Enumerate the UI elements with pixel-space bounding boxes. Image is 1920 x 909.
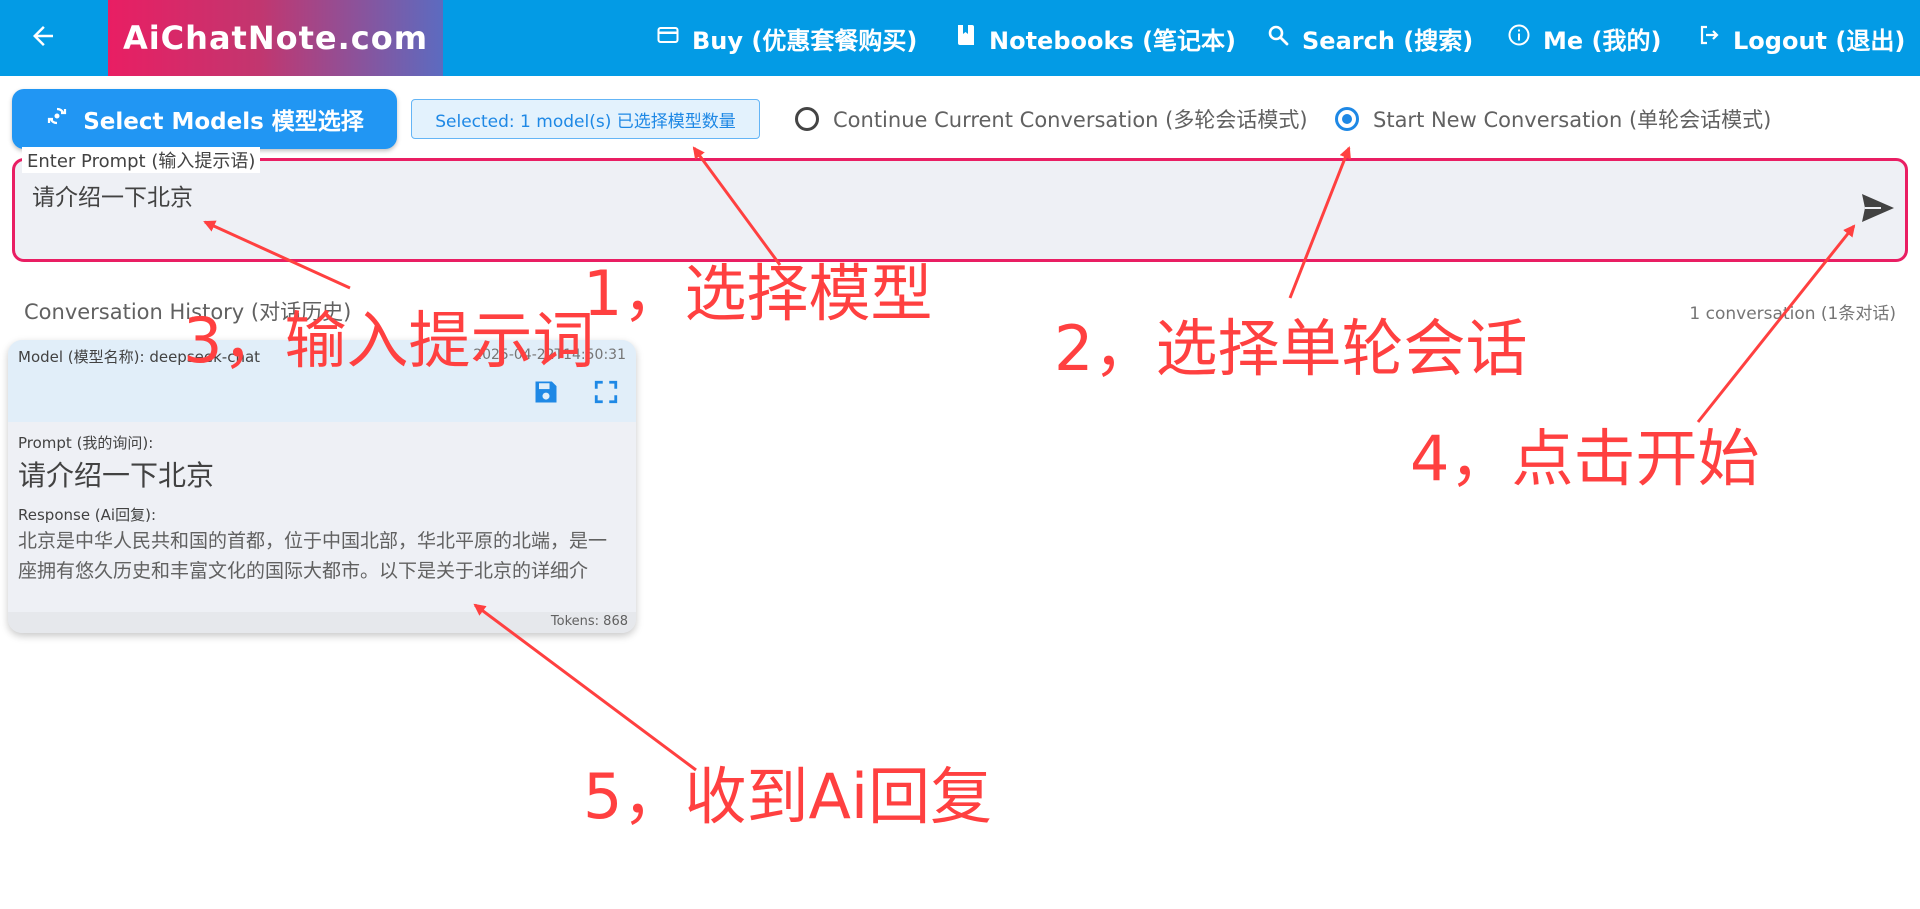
nav-me-label: Me (我的) bbox=[1543, 26, 1662, 55]
nav-search[interactable]: Search (搜索) bbox=[1266, 0, 1473, 76]
radio-unchecked-icon[interactable] bbox=[795, 107, 819, 131]
brand-logo[interactable]: AiChatNote.com bbox=[108, 0, 443, 76]
conversation-card[interactable]: Model (模型名称): deepseek-chat 2025-04-22T1… bbox=[8, 340, 636, 633]
book-icon bbox=[955, 23, 989, 53]
nav-logout[interactable]: Logout (退出) bbox=[1697, 0, 1905, 76]
search-icon bbox=[1266, 23, 1302, 53]
annotation-step-2: 2，选择单轮会话 bbox=[1054, 312, 1528, 385]
send-icon bbox=[1861, 193, 1895, 227]
model-swap-icon bbox=[45, 104, 83, 134]
nav-me[interactable]: Me (我的) bbox=[1507, 0, 1661, 76]
prompt-input[interactable] bbox=[12, 158, 1908, 262]
annotation-step-3: 3，输入提示词 bbox=[183, 304, 595, 377]
floppy-disk-icon[interactable] bbox=[530, 376, 562, 408]
radio-continue-label: Continue Current Conversation (多轮会话模式) bbox=[833, 108, 1308, 132]
radio-checked-icon[interactable] bbox=[1335, 107, 1359, 131]
back-button[interactable] bbox=[18, 14, 68, 62]
logout-icon bbox=[1697, 23, 1733, 53]
select-models-label: Select Models 模型选择 bbox=[83, 109, 364, 135]
annotation-step-1: 1，选择模型 bbox=[583, 257, 933, 330]
annotation-step-5: 5，收到Ai回复 bbox=[583, 760, 993, 833]
radio-new-conversation[interactable]: Start New Conversation (单轮会话模式) bbox=[1335, 104, 1771, 134]
card-prompt: 请介绍一下北京 bbox=[18, 459, 215, 492]
nav-notebooks-label: Notebooks (笔记本) bbox=[989, 26, 1237, 55]
fullscreen-icon[interactable] bbox=[590, 376, 622, 408]
info-icon bbox=[1507, 23, 1543, 53]
prompt-label: Enter Prompt (输入提示语) bbox=[22, 147, 261, 173]
nav-search-label: Search (搜索) bbox=[1302, 26, 1474, 55]
card-prompt-label: Prompt (我的询问): bbox=[18, 434, 154, 452]
radio-new-label: Start New Conversation (单轮会话模式) bbox=[1373, 108, 1772, 132]
history-count: 1 conversation (1条对话) bbox=[1689, 304, 1896, 324]
credit-card-icon bbox=[656, 23, 692, 53]
annotation-step-4: 4，点击开始 bbox=[1410, 422, 1760, 495]
card-response-label: Response (Ai回复): bbox=[18, 506, 156, 524]
nav-logout-label: Logout (退出) bbox=[1733, 26, 1906, 55]
prompt-value[interactable]: 请介绍一下北京 bbox=[32, 178, 193, 212]
arrow-left-icon bbox=[28, 21, 58, 55]
card-footer: Tokens: 868 bbox=[8, 612, 636, 633]
selected-models-chip: Selected: 1 model(s) 已选择模型数量 bbox=[411, 99, 760, 139]
card-response: 北京是中华人民共和国的首都，位于中国北部，华北平原的北端，是一座拥有悠久历史和丰… bbox=[18, 530, 608, 582]
app-bar: AiChatNote.com Buy (优惠套餐购买) Notebooks (笔… bbox=[0, 0, 1920, 76]
send-button[interactable] bbox=[1858, 190, 1898, 230]
card-tokens: Tokens: 868 bbox=[550, 614, 628, 629]
radio-continue-conversation[interactable]: Continue Current Conversation (多轮会话模式) bbox=[795, 104, 1308, 134]
nav-buy[interactable]: Buy (优惠套餐购买) bbox=[656, 0, 917, 76]
nav-notebooks[interactable]: Notebooks (笔记本) bbox=[955, 0, 1236, 76]
select-models-button[interactable]: Select Models 模型选择 bbox=[12, 89, 397, 149]
nav-buy-label: Buy (优惠套餐购买) bbox=[692, 26, 918, 55]
